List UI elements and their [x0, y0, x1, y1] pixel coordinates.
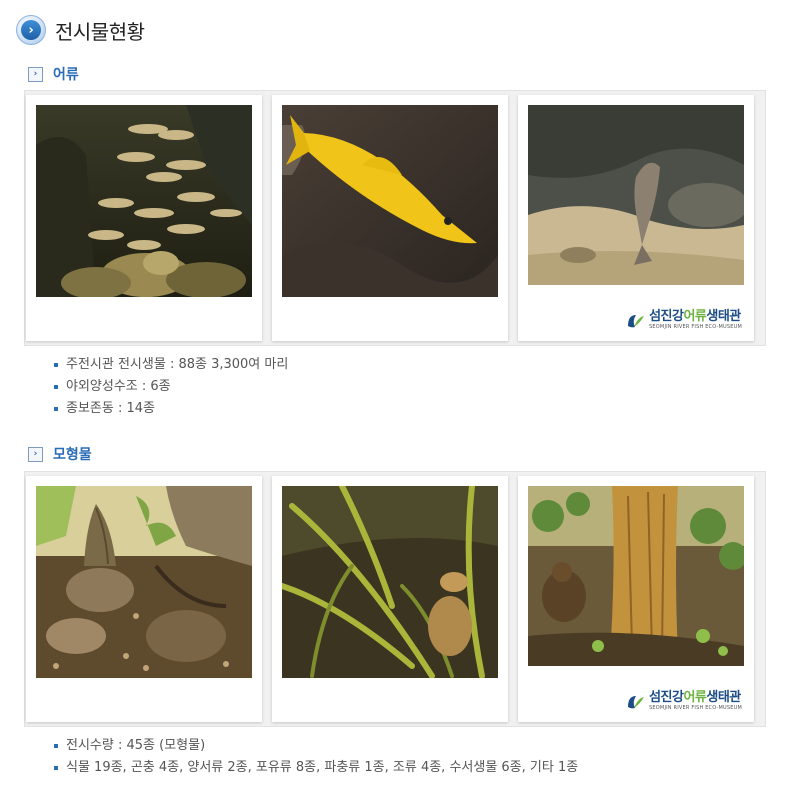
photo-card-2: [272, 95, 508, 341]
photo-card-6: 섬진강어류생태관 SEOMJIN RIVER FISH ECO-MUSEUM: [518, 476, 754, 722]
bottom-fish-photo: [528, 105, 744, 285]
model-stats-list: 전시수량 : 45종 (모형물) 식물 19종, 곤충 4종, 양서류 2종, …: [54, 735, 578, 779]
list-item: 식물 19종, 곤충 4종, 양서류 2종, 포유류 8종, 파충류 1종, 조…: [54, 757, 578, 779]
photo-card-4: [26, 476, 262, 722]
section-header-fish: › 어류: [28, 64, 79, 84]
logo-name: 섬진강어류생태관: [649, 690, 741, 705]
logo-subtitle: SEOMJIN RIVER FISH ECO-MUSEUM: [649, 705, 742, 711]
logo-subtitle: SEOMJIN RIVER FISH ECO-MUSEUM: [649, 324, 742, 330]
list-item: 종보존동 : 14종: [54, 398, 288, 420]
arrow-box-icon: ›: [28, 66, 43, 82]
logo-name: 섬진강어류생태관: [649, 309, 741, 324]
photo-card-1: [26, 95, 262, 341]
chevron-right-circle-icon: ›: [16, 15, 46, 45]
schooling-fish-photo: [36, 105, 252, 297]
model-gallery: 섬진강어류생태관 SEOMJIN RIVER FISH ECO-MUSEUM: [24, 471, 766, 727]
page-title: › 전시물현황: [16, 14, 145, 46]
section-title-models: 모형물: [53, 447, 92, 463]
fish-gallery: 섬진강어류생태관 SEOMJIN RIVER FISH ECO-MUSEUM: [24, 90, 766, 346]
photo-card-5: [272, 476, 508, 722]
section-title-fish: 어류: [53, 67, 79, 83]
raccoon-dog-tree-model-photo: [528, 486, 744, 666]
logo-fish-icon: [628, 695, 645, 708]
museum-logo: 섬진강어류생태관 SEOMJIN RIVER FISH ECO-MUSEUM: [626, 691, 742, 712]
snail-crayfish-model-photo: [36, 486, 252, 678]
grass-frog-model-photo: [282, 486, 498, 678]
photo-card-3: 섬진강어류생태관 SEOMJIN RIVER FISH ECO-MUSEUM: [518, 95, 754, 341]
yellow-fish-photo: [282, 105, 498, 297]
list-item: 전시수량 : 45종 (모형물): [54, 735, 578, 757]
fish-stats-list: 주전시관 전시생물 : 88종 3,300여 마리 야외양성수조 : 6종 종보…: [54, 354, 288, 420]
logo-fish-icon: [628, 314, 645, 327]
page-title-text: 전시물현황: [55, 19, 145, 44]
list-item: 주전시관 전시생물 : 88종 3,300여 마리: [54, 354, 288, 376]
list-item: 야외양성수조 : 6종: [54, 376, 288, 398]
arrow-box-icon: ›: [28, 446, 43, 462]
section-header-models: › 모형물: [28, 444, 92, 464]
museum-logo: 섬진강어류생태관 SEOMJIN RIVER FISH ECO-MUSEUM: [626, 310, 742, 331]
